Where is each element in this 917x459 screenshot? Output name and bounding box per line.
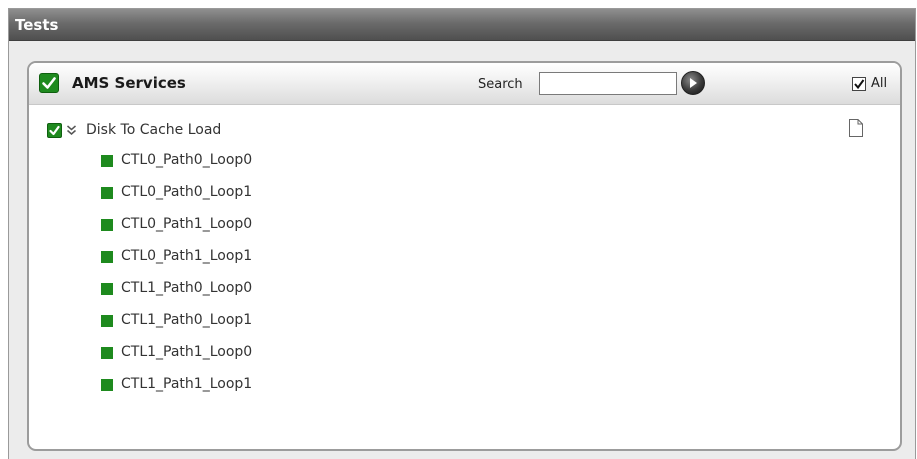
green-square-icon <box>101 155 113 167</box>
all-checkbox[interactable] <box>852 77 866 91</box>
green-square-icon <box>101 283 113 295</box>
panel-header: AMS Services Search All <box>29 63 900 105</box>
section-check-icon[interactable] <box>39 73 59 93</box>
tree-child-label: CTL0_Path1_Loop0 <box>121 216 253 232</box>
tree-child-label: CTL0_Path0_Loop0 <box>121 152 253 168</box>
document-icon[interactable] <box>848 118 864 138</box>
tree-child-label: CTL1_Path0_Loop0 <box>121 280 253 296</box>
green-square-icon <box>101 379 113 391</box>
search-go-button[interactable] <box>681 71 705 95</box>
ams-services-panel: AMS Services Search All Disk To Cache Lo… <box>27 61 902 451</box>
tree-child-label: CTL0_Path0_Loop1 <box>121 184 253 200</box>
green-square-icon <box>101 347 113 359</box>
search-label: Search <box>478 77 523 92</box>
panel-title: AMS Services <box>72 74 186 92</box>
green-square-icon <box>101 219 113 231</box>
tree-child-label: CTL0_Path1_Loop1 <box>121 248 253 264</box>
arrow-right-icon <box>690 78 697 88</box>
green-square-icon <box>101 251 113 263</box>
green-square-icon <box>101 315 113 327</box>
tests-window: Tests AMS Services Search All Disk To Ca… <box>8 8 916 459</box>
root-check-icon[interactable] <box>47 123 62 138</box>
chevron-double-down-icon[interactable] <box>66 124 77 136</box>
window-title: Tests <box>9 9 915 41</box>
search-input[interactable] <box>539 72 677 95</box>
tree-child-label: CTL1_Path0_Loop1 <box>121 312 253 328</box>
tree-root-label[interactable]: Disk To Cache Load <box>86 122 221 138</box>
checkmark-icon <box>854 79 865 90</box>
tree-child-label: CTL1_Path1_Loop0 <box>121 344 253 360</box>
green-square-icon <box>101 187 113 199</box>
tree-child-label: CTL1_Path1_Loop1 <box>121 376 253 392</box>
all-label: All <box>871 76 888 91</box>
